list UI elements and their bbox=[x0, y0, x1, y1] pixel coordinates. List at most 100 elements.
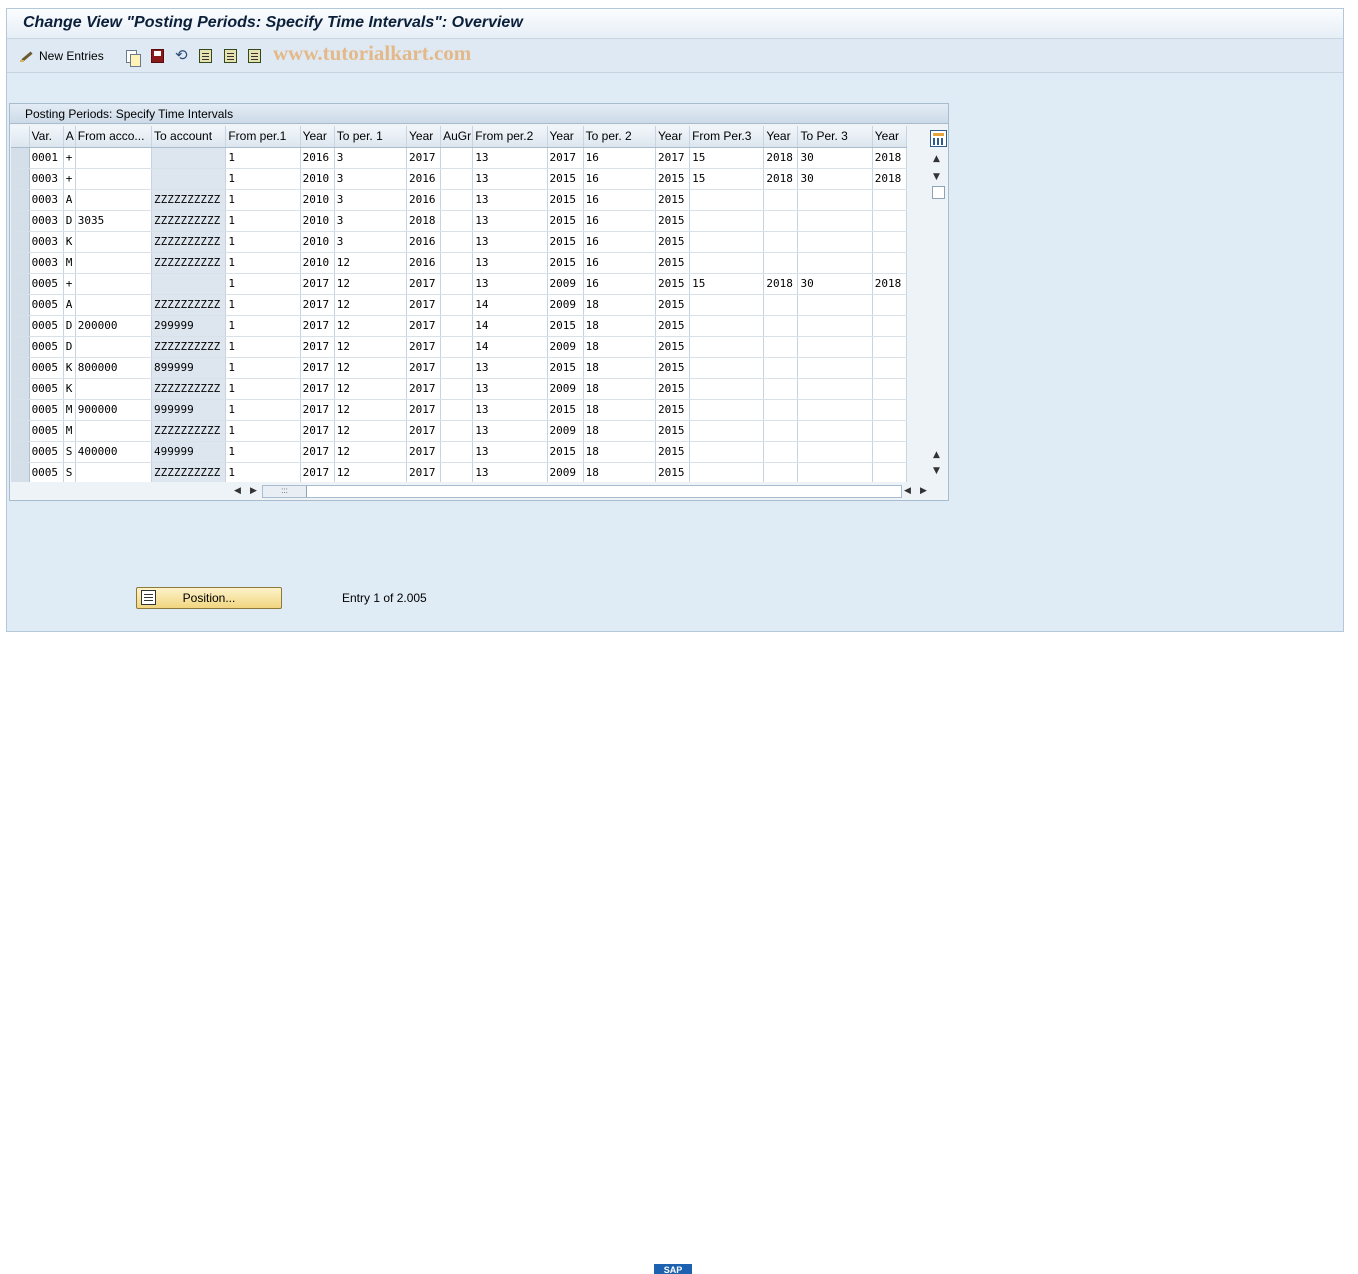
table-cell[interactable]: 2016 bbox=[406, 189, 442, 211]
table-row[interactable]: 0001 +1 2016 3 2017 13 2017 16 2017 15 2018 30 2018 bbox=[11, 147, 907, 169]
table-cell[interactable] bbox=[75, 189, 153, 211]
table-cell[interactable]: 2010 bbox=[300, 189, 335, 211]
table-cell[interactable]: 1 bbox=[225, 294, 301, 316]
table-cell[interactable] bbox=[440, 420, 474, 442]
table-cell[interactable] bbox=[797, 294, 873, 316]
table-cell[interactable] bbox=[763, 378, 799, 400]
table-cell[interactable]: 1 bbox=[225, 315, 301, 337]
table-cell[interactable]: 2017 bbox=[406, 147, 442, 169]
table-cell[interactable] bbox=[797, 336, 873, 358]
table-row[interactable]: 0003 +1 2010 3 2016 13 2015 16 2015 15 2018 30 2018 bbox=[11, 168, 907, 190]
table-cell[interactable] bbox=[440, 336, 474, 358]
table-row[interactable]: 0005 +1 2017 12 2017 13 2009 16 2015 15 2018 30 2018 bbox=[11, 273, 907, 295]
table-cell[interactable]: 2015 bbox=[655, 357, 691, 379]
table-cell[interactable]: + bbox=[63, 273, 76, 295]
table-cell[interactable] bbox=[872, 189, 907, 211]
position-button[interactable]: Position... bbox=[136, 587, 282, 609]
table-cell[interactable]: 0003 bbox=[29, 168, 64, 190]
table-cell[interactable]: 1 bbox=[225, 147, 301, 169]
table-cell[interactable]: 1 bbox=[225, 189, 301, 211]
table-cell[interactable]: 12 bbox=[334, 336, 408, 358]
table-row[interactable]: 0005 K ZZZZZZZZZZ 1 2017 12 2017 13 2009 18 2015 bbox=[11, 378, 907, 400]
table-cell[interactable]: 16 bbox=[583, 168, 656, 190]
table-cell[interactable]: 2015 bbox=[655, 336, 691, 358]
table-cell[interactable]: 1 bbox=[225, 462, 301, 482]
table-cell[interactable]: 18 bbox=[583, 336, 656, 358]
table-cell[interactable]: 14 bbox=[472, 336, 548, 358]
table-cell[interactable] bbox=[151, 168, 227, 190]
table-row[interactable]: 0005 D ZZZZZZZZZZ 1 2017 12 2017 14 2009 18 2015 bbox=[11, 336, 907, 358]
table-cell[interactable] bbox=[75, 420, 153, 442]
table-cell[interactable] bbox=[689, 399, 765, 421]
table-cell[interactable]: 18 bbox=[583, 462, 656, 482]
table-cell[interactable] bbox=[75, 462, 153, 482]
scroll-right-icon[interactable]: ▶ bbox=[250, 486, 257, 496]
scroll-down-icon[interactable]: ▼ bbox=[933, 172, 940, 182]
table-cell[interactable] bbox=[763, 294, 799, 316]
select-block-button[interactable] bbox=[224, 47, 237, 65]
table-cell[interactable] bbox=[872, 462, 907, 482]
column-header[interactable]: From acco... bbox=[75, 126, 153, 148]
table-cell[interactable]: 0005 bbox=[29, 294, 64, 316]
table-row[interactable]: 0005 M ZZZZZZZZZZ 1 2017 12 2017 13 2009 18 2015 bbox=[11, 420, 907, 442]
table-cell[interactable]: 3 bbox=[334, 168, 408, 190]
table-cell[interactable]: 14 bbox=[472, 294, 548, 316]
scroll-up-icon[interactable]: ▲ bbox=[933, 154, 940, 164]
table-cell[interactable]: 2015 bbox=[547, 231, 584, 253]
table-cell[interactable]: 13 bbox=[472, 273, 548, 295]
table-cell[interactable]: 2018 bbox=[763, 273, 799, 295]
table-cell[interactable]: 0003 bbox=[29, 231, 64, 253]
table-cell[interactable] bbox=[440, 315, 474, 337]
table-cell[interactable]: 2010 bbox=[300, 231, 335, 253]
select-all-button[interactable] bbox=[199, 47, 212, 65]
column-header[interactable]: Year bbox=[547, 126, 584, 148]
table-cell[interactable]: 16 bbox=[583, 147, 656, 169]
table-cell[interactable]: 2015 bbox=[655, 273, 691, 295]
table-cell[interactable] bbox=[763, 462, 799, 482]
table-cell[interactable]: 2017 bbox=[300, 294, 335, 316]
table-cell[interactable] bbox=[689, 462, 765, 482]
table-cell[interactable]: 12 bbox=[334, 399, 408, 421]
table-cell[interactable]: 2016 bbox=[406, 231, 442, 253]
column-header[interactable]: To account bbox=[151, 126, 227, 148]
table-cell[interactable]: A bbox=[63, 294, 76, 316]
column-header[interactable]: Year bbox=[872, 126, 907, 148]
table-cell[interactable]: 0003 bbox=[29, 252, 64, 274]
table-cell[interactable] bbox=[763, 336, 799, 358]
table-cell[interactable] bbox=[75, 252, 153, 274]
row-selector[interactable] bbox=[11, 294, 30, 316]
table-row[interactable]: 0005 S ZZZZZZZZZZ 1 2017 12 2017 13 2009 18 2015 bbox=[11, 462, 907, 482]
vertical-scroll-thumb[interactable] bbox=[932, 186, 945, 199]
table-cell[interactable] bbox=[689, 336, 765, 358]
table-cell[interactable]: 18 bbox=[583, 378, 656, 400]
table-cell[interactable]: 2015 bbox=[547, 210, 584, 232]
table-cell[interactable] bbox=[440, 147, 474, 169]
table-cell[interactable]: 3 bbox=[334, 231, 408, 253]
table-cell[interactable]: 2017 bbox=[300, 357, 335, 379]
table-cell[interactable]: 2017 bbox=[547, 147, 584, 169]
table-cell[interactable]: 13 bbox=[472, 357, 548, 379]
table-cell[interactable]: 2010 bbox=[300, 210, 335, 232]
table-cell[interactable]: 2018 bbox=[406, 210, 442, 232]
table-cell[interactable]: 299999 bbox=[151, 315, 227, 337]
table-cell[interactable]: A bbox=[63, 189, 76, 211]
table-cell[interactable]: ZZZZZZZZZZ bbox=[151, 210, 227, 232]
table-cell[interactable]: 18 bbox=[583, 441, 656, 463]
table-cell[interactable] bbox=[797, 357, 873, 379]
table-cell[interactable]: 2018 bbox=[763, 147, 799, 169]
table-cell[interactable]: 12 bbox=[334, 462, 408, 482]
scroll-far-right-icon[interactable]: ▶ bbox=[920, 486, 927, 496]
table-cell[interactable]: 13 bbox=[472, 168, 548, 190]
vertical-scrollbar[interactable]: ▲ ▼ ▲ ▼ bbox=[928, 148, 948, 478]
column-header[interactable]: Year bbox=[655, 126, 691, 148]
table-cell[interactable]: 30 bbox=[797, 147, 873, 169]
table-cell[interactable]: 2015 bbox=[655, 420, 691, 442]
table-cell[interactable]: 12 bbox=[334, 420, 408, 442]
table-cell[interactable] bbox=[763, 252, 799, 274]
table-cell[interactable] bbox=[763, 399, 799, 421]
table-cell[interactable]: 0003 bbox=[29, 189, 64, 211]
table-cell[interactable]: 13 bbox=[472, 399, 548, 421]
table-cell[interactable]: 2017 bbox=[300, 420, 335, 442]
table-cell[interactable]: 2009 bbox=[547, 294, 584, 316]
table-cell[interactable] bbox=[440, 273, 474, 295]
